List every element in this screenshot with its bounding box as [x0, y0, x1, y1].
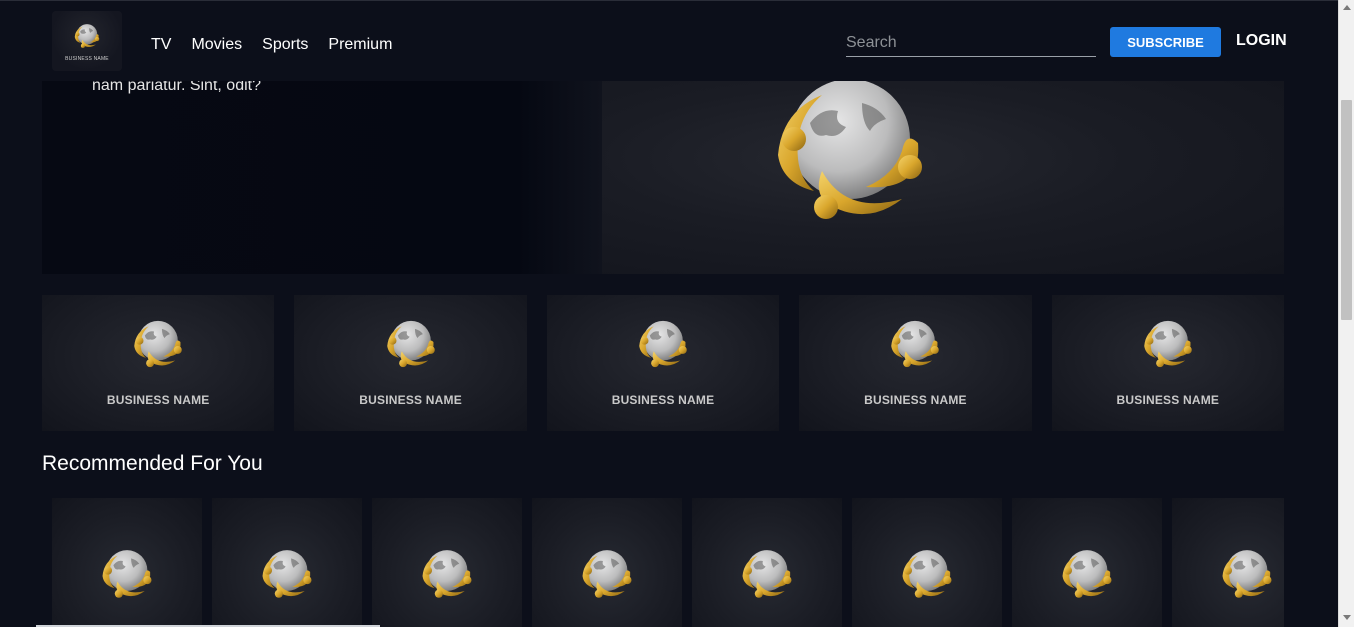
vertical-scrollbar[interactable] — [1338, 0, 1354, 627]
nav-premium[interactable]: Premium — [328, 36, 392, 54]
globe-logo-icon — [413, 542, 481, 610]
site-logo[interactable]: BUSINESS NAME — [52, 11, 122, 71]
globe-logo-icon — [882, 313, 948, 379]
recommended-heading: Recommended For You — [42, 452, 263, 475]
business-card[interactable]: BUSINESS NAME — [546, 295, 780, 431]
globe-logo-icon — [1213, 542, 1281, 610]
search-input[interactable] — [846, 29, 1096, 57]
globe-logo-icon — [893, 542, 961, 610]
scroll-up-arrow-icon[interactable] — [1343, 5, 1351, 10]
globe-logo-icon — [1053, 542, 1121, 610]
nav-movies[interactable]: Movies — [191, 36, 242, 54]
hero-text-panel: nam pariatur. Sint, odit? — [42, 81, 602, 274]
top-navigation-bar: BUSINESS NAME TV Movies Sports Premium S… — [0, 1, 1338, 81]
business-card-label: BUSINESS NAME — [611, 393, 715, 407]
nav-tv[interactable]: TV — [151, 36, 171, 54]
business-card[interactable]: BUSINESS NAME — [42, 295, 275, 431]
main-nav: TV Movies Sports Premium — [151, 36, 392, 54]
scroll-down-arrow-icon[interactable] — [1343, 615, 1351, 620]
nav-sports[interactable]: Sports — [262, 36, 308, 54]
business-card-label: BUSINESS NAME — [359, 393, 462, 407]
recommended-card[interactable] — [1012, 498, 1162, 627]
recommended-row — [52, 498, 1284, 627]
business-card[interactable]: BUSINESS NAME — [799, 295, 1032, 431]
business-card-label: BUSINESS NAME — [1116, 393, 1220, 407]
featured-row: BUSINESS NAME BUSINESS NAME BUSINESS NAM… — [42, 295, 1285, 431]
globe-logo-icon — [93, 542, 161, 610]
globe-logo-icon — [125, 313, 191, 379]
logo-caption: BUSINESS NAME — [65, 56, 109, 62]
recommended-card[interactable] — [1172, 498, 1284, 627]
globe-logo-icon — [70, 20, 104, 54]
globe-logo-icon — [630, 313, 696, 379]
recommended-card[interactable] — [692, 498, 842, 627]
hero-description: nam pariatur. Sint, odit? — [92, 81, 261, 94]
subscribe-button[interactable]: SUBSCRIBE — [1110, 27, 1221, 57]
recommended-card[interactable] — [852, 498, 1002, 627]
globe-logo-icon — [253, 542, 321, 610]
recommended-card[interactable] — [372, 498, 522, 627]
globe-logo-icon — [733, 542, 801, 610]
business-card-label: BUSINESS NAME — [106, 393, 210, 407]
recommended-card[interactable] — [212, 498, 362, 627]
globe-logo-icon — [573, 542, 641, 610]
business-card-label: BUSINESS NAME — [864, 393, 967, 407]
globe-logo-icon — [378, 313, 444, 379]
globe-logo-icon — [730, 81, 970, 255]
globe-logo-icon — [1135, 313, 1201, 379]
recommended-card[interactable] — [532, 498, 682, 627]
business-card[interactable]: BUSINESS NAME — [294, 295, 527, 431]
login-link[interactable]: LOGIN — [1236, 32, 1287, 50]
recommended-card[interactable] — [52, 498, 202, 627]
page: nam pariatur. Sint, odit? BUSINESS NAME … — [0, 0, 1338, 627]
hero-banner[interactable]: nam pariatur. Sint, odit? — [42, 81, 1284, 274]
scrollbar-thumb[interactable] — [1341, 100, 1352, 320]
business-card[interactable]: BUSINESS NAME — [1051, 295, 1285, 431]
